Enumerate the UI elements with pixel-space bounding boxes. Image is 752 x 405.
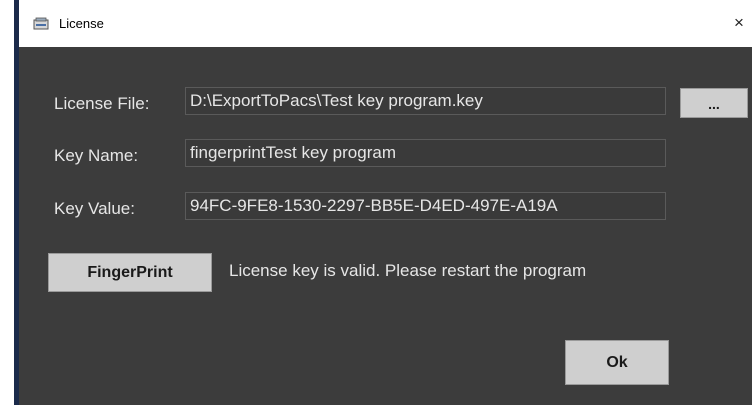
key-value-field[interactable]: 94FC-9FE8-1530-2297-BB5E-D4ED-497E-A19A: [185, 192, 666, 220]
window-title: License: [59, 16, 104, 31]
browse-button[interactable]: ...: [680, 88, 748, 118]
license-file-label: License File:: [54, 94, 150, 113]
status-message: License key is valid. Please restart the…: [229, 261, 587, 280]
key-name-field[interactable]: fingerprintTest key program: [185, 139, 666, 167]
close-icon[interactable]: ×: [734, 10, 752, 36]
license-file-field[interactable]: D:\ExportToPacs\Test key program.key: [185, 87, 666, 115]
ok-button[interactable]: Ok: [565, 340, 669, 385]
key-name-label: Key Name:: [54, 146, 139, 165]
fingerprint-button[interactable]: FingerPrint: [48, 253, 212, 292]
license-app-icon: [33, 17, 49, 30]
background-strip: [0, 0, 19, 405]
license-dialog: License × License File: D:\ExportToPacs\…: [19, 0, 752, 405]
title-bar: License ×: [19, 0, 752, 47]
key-value-label: Key Value:: [54, 199, 135, 218]
